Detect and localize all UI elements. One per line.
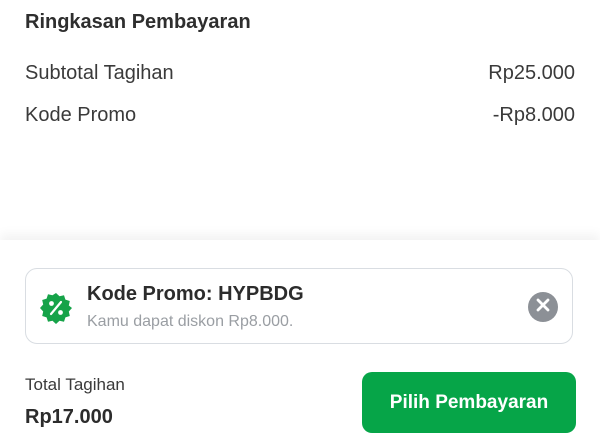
remove-promo-button[interactable] [528,292,558,322]
promo-value: -Rp8.000 [492,104,575,126]
payment-summary-section: Ringkasan Pembayaran Subtotal Tagihan Rp… [0,0,600,240]
promo-description: Kamu dapat diskon Rp8.000. [87,313,294,330]
subtotal-value: Rp25.000 [488,62,575,84]
promo-code-text: Kode Promo: HYPBDG [87,283,304,305]
bottom-sheet: Kode Promo: HYPBDG Kamu dapat diskon Rp8… [0,240,600,443]
promo-row: Kode Promo -Rp8.000 [25,104,575,127]
summary-title: Ringkasan Pembayaran [25,11,251,33]
subtotal-row: Subtotal Tagihan Rp25.000 [25,62,575,85]
applied-promo-card[interactable]: Kode Promo: HYPBDG Kamu dapat diskon Rp8… [25,268,573,344]
total-label: Total Tagihan [25,375,125,394]
promo-label: Kode Promo [25,104,137,126]
close-icon [536,298,550,317]
choose-payment-button[interactable]: Pilih Pembayaran [362,372,576,433]
discount-badge-icon [40,292,72,324]
subtotal-label: Subtotal Tagihan [25,62,174,84]
total-value: Rp17.000 [25,406,113,428]
